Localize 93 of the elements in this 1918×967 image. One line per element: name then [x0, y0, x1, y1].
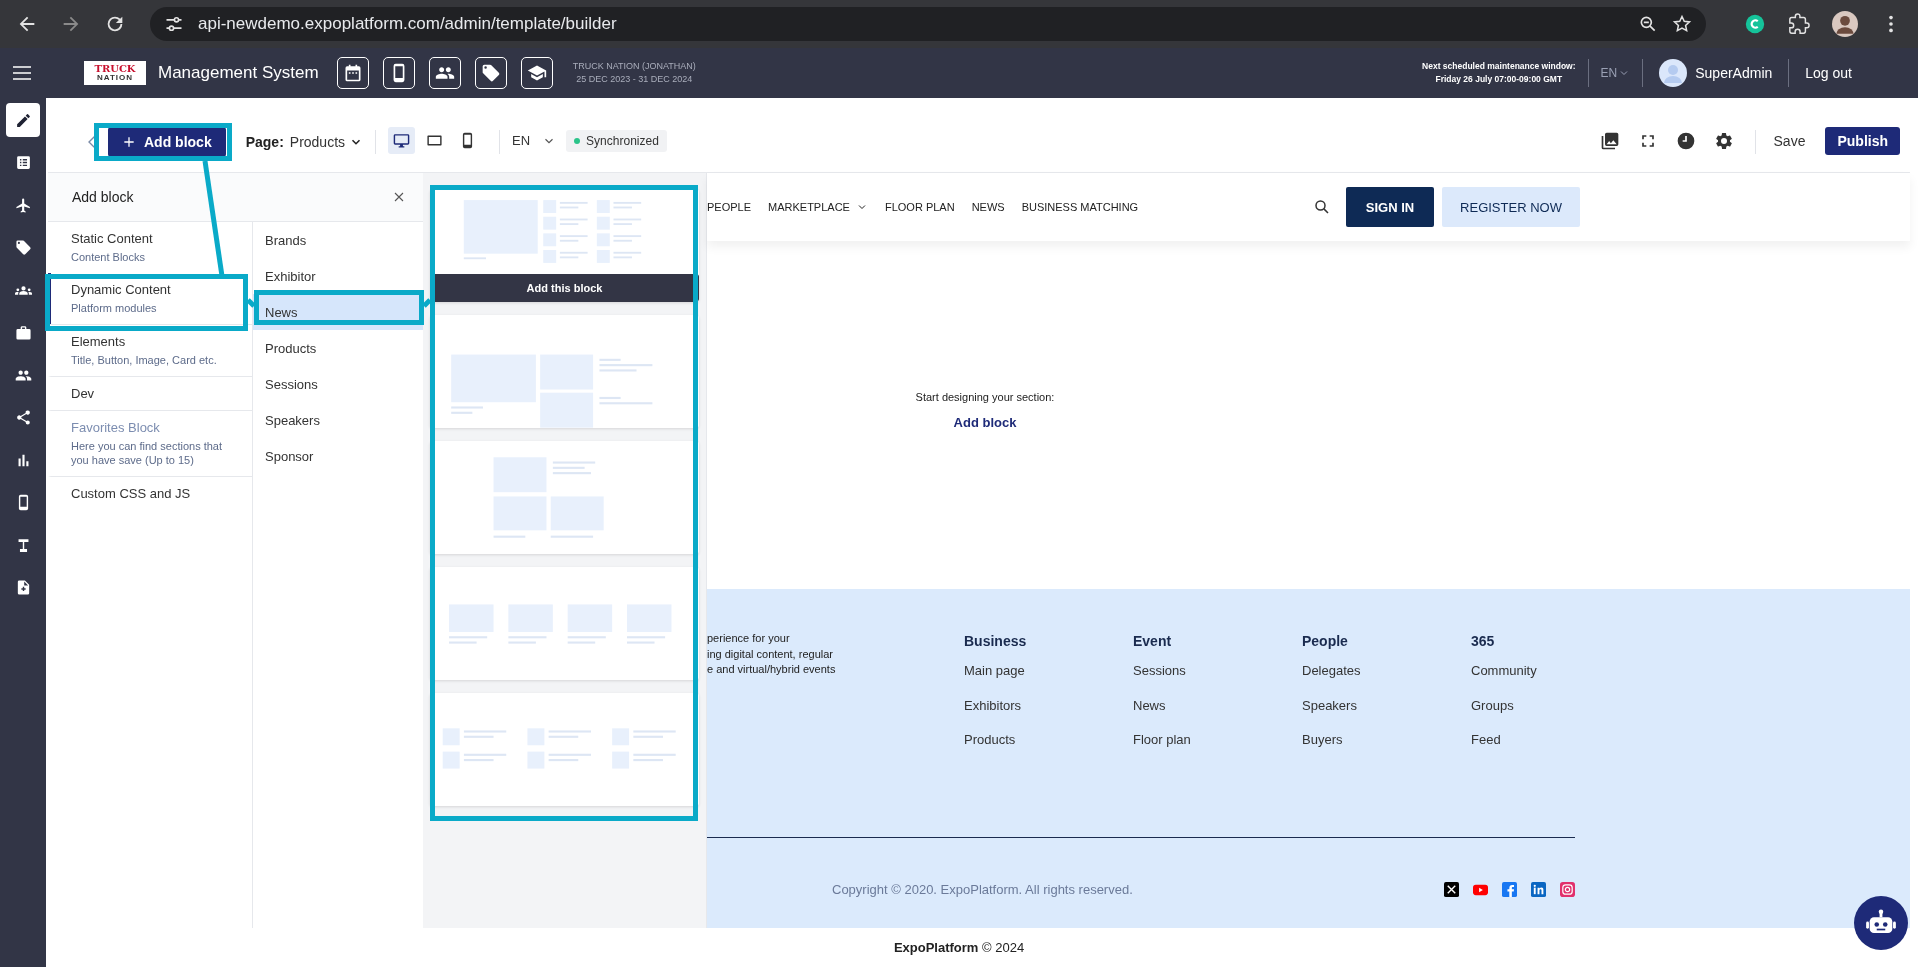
- sidebar-button[interactable]: [6, 103, 40, 137]
- x-social-icon[interactable]: [1444, 881, 1459, 897]
- connector-line: [246, 298, 256, 308]
- shortcut-button[interactable]: [428, 57, 461, 89]
- connector-line: [422, 298, 432, 308]
- page-label: Page:: [245, 134, 284, 150]
- footer-link[interactable]: News: [1133, 697, 1302, 713]
- page-select[interactable]: Products: [289, 134, 364, 150]
- empty-state-text: Start designing your section:: [915, 391, 1055, 403]
- settings-icon[interactable]: [1713, 131, 1734, 151]
- avatar-icon[interactable]: [1659, 59, 1688, 87]
- footer-link[interactable]: Feed: [1471, 732, 1640, 747]
- shortcut-button[interactable]: [474, 57, 507, 89]
- footer-link[interactable]: Groups: [1471, 697, 1640, 713]
- maintenance-notice: Friday 26 July 07:00-09:00 GMT: [1435, 73, 1563, 86]
- zoom-icon[interactable]: [1638, 14, 1658, 34]
- footer-intro-text: e and virtual/hybrid events: [707, 662, 837, 677]
- module-item[interactable]: Speakers: [253, 402, 423, 438]
- footer-heading: Business: [964, 633, 1028, 649]
- tag-icon: [480, 63, 501, 83]
- category-item[interactable]: Dev: [48, 376, 252, 410]
- address-bar[interactable]: api-newdemo.expoplatform.com/admin/template/builder: [150, 7, 1706, 41]
- app-title: Management System: [158, 63, 319, 83]
- footer-heading: People: [1302, 633, 1349, 649]
- site-settings-icon[interactable]: [164, 14, 184, 34]
- mortarboard-icon: [526, 63, 547, 83]
- footer-heading: 365: [1471, 633, 1496, 649]
- footer-link[interactable]: Speakers: [1302, 697, 1471, 713]
- briefcase-icon: [14, 324, 32, 341]
- search-icon[interactable]: [1313, 198, 1331, 216]
- copyright-text: Copyright © 2020. ExpoPlatform. All rights reserved.: [832, 881, 1133, 897]
- module-item[interactable]: Sessions: [253, 366, 423, 402]
- camera-social-icon[interactable]: [1560, 881, 1575, 897]
- event-name: TRUCK NATION (JONATHAN): [572, 60, 696, 73]
- bottom-copyright: ExpoPlatform © 2024: [893, 940, 1025, 955]
- language-select[interactable]: EN: [512, 133, 557, 148]
- language-select[interactable]: EN: [1600, 66, 1631, 80]
- chatbot-button[interactable]: [1854, 896, 1908, 950]
- module-item[interactable]: Exhibitor: [253, 258, 423, 294]
- extension-icon[interactable]: [1744, 13, 1766, 35]
- logout-link[interactable]: Log out: [1805, 65, 1852, 81]
- monitor-icon: [393, 132, 411, 149]
- module-item[interactable]: Sponsor: [253, 438, 423, 474]
- footer-link[interactable]: Buyers: [1302, 732, 1471, 747]
- footer-link[interactable]: Main page: [964, 663, 1133, 678]
- social-icon[interactable]: [1502, 881, 1517, 897]
- category-item[interactable]: Static Content Content Blocks: [48, 222, 252, 273]
- puzzle-icon[interactable]: [1788, 13, 1810, 35]
- user-name[interactable]: SuperAdmin: [1695, 65, 1773, 81]
- pencil-icon: [14, 111, 32, 129]
- gallery-icon[interactable]: [1599, 131, 1620, 151]
- star-icon[interactable]: [1672, 14, 1692, 34]
- category-item[interactable]: Custom CSS and JS: [48, 476, 252, 510]
- panel-title: Add block: [72, 189, 135, 205]
- maintenance-notice: Next scheduled maintenance window:: [1422, 60, 1576, 73]
- footer-heading: Event: [1133, 633, 1173, 649]
- sign-in-button[interactable]: SIGN IN: [1346, 187, 1434, 227]
- save-button[interactable]: Save: [1773, 133, 1806, 149]
- footer-intro-text: ing digital content, regular: [707, 646, 834, 662]
- plus-icon: [122, 135, 136, 149]
- avatar-icon[interactable]: [1832, 11, 1858, 37]
- event-dates: 25 DEC 2023 - 31 DEC 2024: [576, 73, 693, 86]
- logo: TRUCK NATION: [84, 61, 146, 85]
- shortcut-button[interactable]: [382, 57, 415, 89]
- category-item[interactable]: Elements Title, Button, Image, Card etc.: [48, 324, 252, 376]
- nav-link[interactable]: FLOOR PLAN: [884, 201, 955, 213]
- plane-icon: [14, 196, 32, 214]
- footer-link[interactable]: Floor plan: [1133, 732, 1302, 747]
- sync-status: Synchronized: [566, 130, 667, 152]
- footer-link[interactable]: Sessions: [1133, 663, 1302, 678]
- list-icon: [14, 154, 32, 171]
- footer-link[interactable]: Delegates: [1302, 663, 1471, 678]
- footer-link[interactable]: Products: [964, 732, 1133, 747]
- device-button[interactable]: [388, 127, 416, 154]
- shortcut-button[interactable]: [336, 57, 369, 89]
- shortcut-button[interactable]: [520, 57, 553, 89]
- add-block-button[interactable]: Add block: [108, 127, 226, 157]
- register-button[interactable]: REGISTER NOW: [1442, 187, 1580, 227]
- publish-button[interactable]: Publish: [1825, 127, 1900, 155]
- clock-icon[interactable]: [1675, 131, 1696, 151]
- nav-link[interactable]: NEWS: [971, 201, 1005, 213]
- tag-icon: [14, 239, 32, 256]
- nav-link[interactable]: PEOPLE: [707, 201, 752, 213]
- add-block-link[interactable]: Add block: [953, 415, 1017, 430]
- footer-link[interactable]: Exhibitors: [964, 697, 1133, 713]
- nav-link[interactable]: BUSINESS MATCHING: [1021, 201, 1139, 213]
- module-item[interactable]: Products: [253, 330, 423, 366]
- footer-link[interactable]: Community: [1471, 663, 1640, 678]
- module-item[interactable]: Brands: [253, 222, 423, 258]
- social-icon[interactable]: [1531, 881, 1546, 897]
- nav-link[interactable]: MARKETPLACE: [768, 201, 868, 213]
- footer-intro-text: perience for your: [707, 631, 791, 646]
- share-icon: [14, 409, 32, 426]
